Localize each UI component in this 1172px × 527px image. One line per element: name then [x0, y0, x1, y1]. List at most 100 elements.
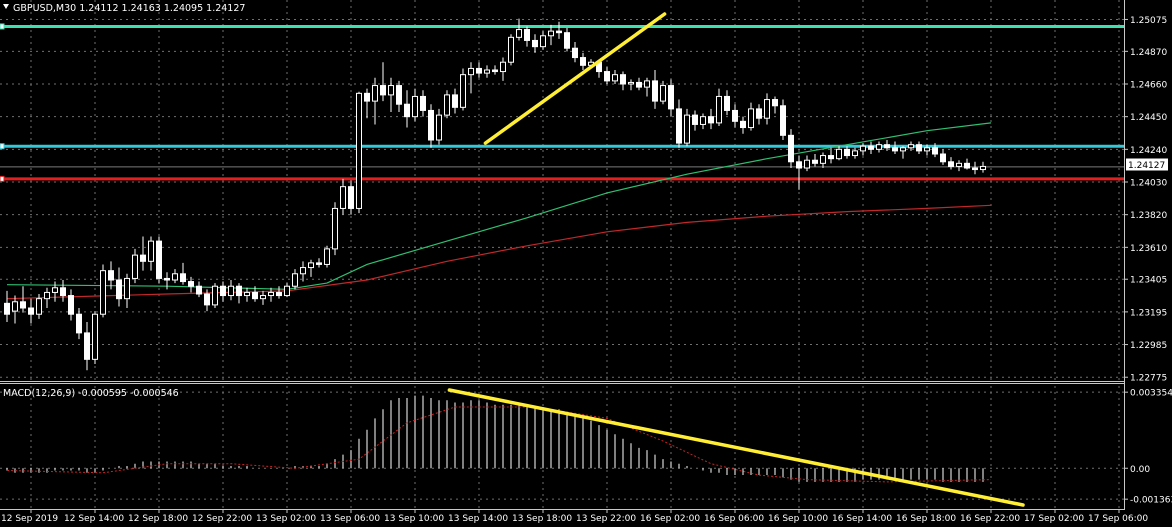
bear-candle-body — [964, 162, 970, 169]
bull-candle-body — [92, 313, 98, 360]
price-tick-label: 1.23820 — [1130, 211, 1167, 221]
bear-candle-body — [164, 277, 170, 281]
bear-candle-body — [948, 161, 954, 167]
macd-tick-label: 0.003354 — [1130, 389, 1172, 399]
bear-candle-body — [404, 103, 410, 118]
bull-candle-body — [716, 95, 722, 124]
bear-candle-body — [364, 92, 370, 102]
bull-candle-body — [516, 29, 522, 38]
bull-candle-body — [644, 80, 650, 88]
level-handle[interactable] — [0, 175, 5, 182]
price-tick-label: 1.23610 — [1130, 244, 1167, 254]
bear-candle-body — [724, 95, 730, 111]
bull-candle-body — [484, 69, 490, 74]
time-tick-label: 16 Sep 10:00 — [768, 514, 828, 524]
bear-candle-body — [316, 262, 322, 265]
bull-candle-body — [100, 270, 106, 315]
price-tick-label: 1.23195 — [1130, 308, 1167, 318]
candle — [100, 264, 106, 318]
bear-candle-body — [652, 80, 658, 102]
bear-candle-body — [532, 39, 538, 48]
bull-candle-body — [340, 186, 346, 209]
bull-candle-body — [172, 273, 178, 281]
bear-candle-body — [812, 159, 818, 164]
bull-candle-body — [124, 277, 130, 300]
time-tick-label: 13 Sep 22:00 — [576, 514, 636, 524]
bull-candle-body — [372, 85, 378, 102]
time-tick-label: 12 Sep 18:00 — [128, 514, 188, 524]
bear-candle-body — [108, 270, 114, 281]
bull-candle-body — [748, 108, 754, 129]
candle — [780, 99, 786, 140]
bull-candle-body — [548, 30, 554, 37]
bear-candle-body — [156, 240, 162, 279]
bull-candle-body — [444, 94, 450, 116]
price-tick-label: 1.25075 — [1130, 16, 1167, 26]
bear-candle-body — [676, 108, 682, 144]
bull-candle-body — [212, 285, 218, 306]
bear-candle-body — [828, 155, 834, 160]
bull-candle-body — [44, 291, 50, 300]
price-tick-label: 1.24660 — [1130, 81, 1167, 91]
bull-candle-body — [52, 287, 58, 293]
level-handle[interactable] — [0, 143, 5, 150]
bear-candle-body — [476, 67, 482, 74]
bull-candle-body — [860, 145, 866, 152]
bear-candle-body — [348, 186, 354, 209]
trading-chart[interactable]: 1.25075 1.24870 1.24660 1.24450 1.24240 1.240… — [0, 0, 1172, 527]
bull-candle-body — [804, 159, 810, 169]
bull-candle-body — [956, 162, 962, 167]
bull-candle-body — [508, 36, 514, 63]
time-tick-label: 16 Sep 18:00 — [896, 514, 956, 524]
bull-candle-body — [324, 248, 330, 265]
bear-candle-body — [4, 302, 10, 315]
price-tick-label: 1.24240 — [1130, 146, 1167, 156]
bull-candle-body — [244, 291, 250, 297]
bull-candle-body — [268, 291, 274, 297]
bull-candle-body — [900, 147, 906, 152]
candle — [92, 311, 98, 364]
bull-candle-body — [700, 116, 706, 125]
bear-candle-body — [564, 32, 570, 49]
bear-candle-body — [220, 285, 226, 297]
time-tick-label: 13 Sep 18:00 — [512, 514, 572, 524]
bear-candle-body — [188, 281, 194, 287]
bull-candle-body — [468, 67, 474, 76]
candle — [332, 202, 338, 256]
bear-candle-body — [772, 99, 778, 107]
bull-candle-body — [148, 240, 154, 262]
bull-candle-body — [132, 254, 138, 279]
bear-candle-body — [196, 285, 202, 295]
bull-candle-body — [764, 99, 770, 119]
bull-candle-body — [292, 273, 298, 287]
bull-candle-body — [436, 114, 442, 141]
level-handle[interactable] — [0, 23, 5, 30]
bull-candle-body — [684, 114, 690, 144]
candle — [356, 91, 362, 214]
macd-label: MACD(12,26,9) -0.000595 -0.000546 — [3, 388, 179, 399]
bull-candle-body — [540, 35, 546, 48]
bull-candle-body — [980, 165, 986, 171]
bear-candle-body — [452, 94, 458, 108]
bear-candle-body — [636, 81, 642, 88]
candle — [460, 68, 466, 111]
time-tick-label: 16 Sep 22:00 — [960, 514, 1020, 524]
bear-candle-body — [732, 109, 738, 122]
bear-candle-body — [20, 301, 26, 309]
candle — [444, 90, 450, 119]
bear-candle-body — [932, 147, 938, 155]
bull-candle-body — [612, 74, 618, 82]
candle — [324, 245, 330, 268]
bear-candle-body — [740, 120, 746, 129]
price-tick-label: 1.22775 — [1130, 374, 1167, 384]
current-price-marker: 1.24127 — [1126, 158, 1168, 171]
bull-candle-body — [260, 295, 266, 300]
time-tick-label: 12 Sep 22:00 — [192, 514, 252, 524]
price-tick-label: 1.24870 — [1130, 48, 1167, 58]
bear-candle-body — [524, 29, 530, 41]
price-tick-label: 1.24030 — [1130, 179, 1167, 189]
bear-candle-body — [780, 105, 786, 136]
time-tick-label: 17 Sep 02:00 — [1024, 514, 1084, 524]
bear-candle-body — [396, 85, 402, 105]
candle — [508, 34, 514, 66]
